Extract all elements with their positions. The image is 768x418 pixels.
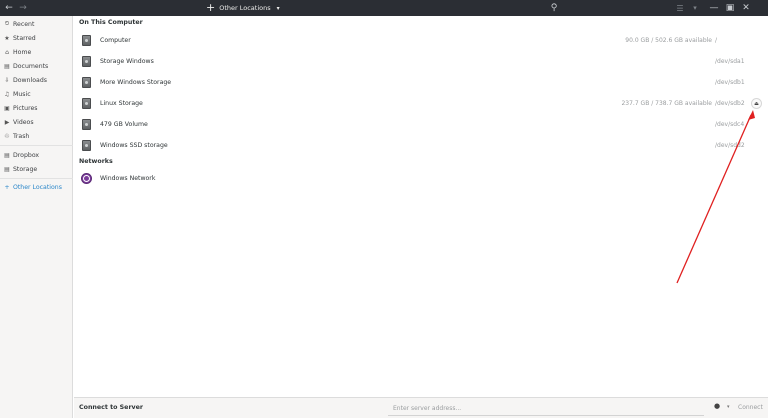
music-note-icon: ♫: [4, 90, 10, 98]
sidebar-item-downloads[interactable]: ⇩ Downloads: [0, 74, 73, 86]
drive-name: Storage Windows: [100, 58, 154, 65]
sidebar-item-label: Music: [13, 90, 31, 98]
drive-device: /: [715, 37, 718, 44]
view-options-chevron-icon[interactable]: ▾: [690, 0, 700, 16]
connect-button[interactable]: Connect: [738, 404, 763, 411]
drive-row-479-gb-volume[interactable]: 479 GB Volume /dev/sdc4: [74, 114, 768, 135]
sidebar-item-label: Documents: [13, 62, 49, 70]
trash-icon: ♲: [4, 132, 10, 140]
sidebar-item-other-locations[interactable]: + Other Locations: [0, 181, 73, 193]
plus-icon: +: [206, 1, 216, 14]
sidebar-item-starred[interactable]: ★ Starred: [0, 32, 73, 44]
eject-icon[interactable]: ⏏: [751, 98, 762, 109]
plus-icon: +: [4, 183, 10, 191]
drive-row-windows-ssd-storage[interactable]: Windows SSD storage /dev/sdd2: [74, 135, 768, 156]
locations-list: On This Computer Computer 90.0 GB / 502.…: [74, 16, 768, 397]
network-row-windows-network[interactable]: Windows Network: [74, 168, 768, 189]
forward-arrow-icon[interactable]: →: [17, 0, 29, 16]
drive-row-more-windows-storage[interactable]: More Windows Storage /dev/sdb1: [74, 72, 768, 93]
drive-device: /dev/sdd2: [715, 142, 745, 149]
clock-icon: ⏲: [4, 20, 10, 27]
hard-drive-icon: [82, 56, 91, 67]
drive-device: /dev/sdb2: [715, 100, 745, 107]
sidebar-item-label: Videos: [13, 118, 34, 126]
close-icon[interactable]: ✕: [741, 0, 751, 16]
sidebar-item-storage[interactable]: ▤ Storage: [0, 163, 73, 175]
section-title-on-this-computer: On This Computer: [79, 19, 143, 26]
sidebar-item-trash[interactable]: ♲ Trash: [0, 130, 73, 142]
drive-space: 90.0 GB / 502.6 GB available: [625, 37, 712, 44]
chevron-down-icon: ▾: [276, 4, 280, 12]
sidebar-item-documents[interactable]: ▤ Documents: [0, 60, 73, 72]
drive-name: Linux Storage: [100, 100, 143, 107]
drive-device: /dev/sda1: [715, 58, 745, 65]
drive-space: 237.7 GB / 738.7 GB available: [621, 100, 712, 107]
sidebar-item-label: Pictures: [13, 104, 38, 112]
drive-name: Computer: [100, 37, 131, 44]
sidebar-divider: [0, 178, 73, 179]
sidebar-divider: [0, 145, 73, 146]
drive-device: /dev/sdb1: [715, 79, 745, 86]
home-icon: ⌂: [5, 48, 9, 56]
location-title: Other Locations: [219, 4, 271, 12]
drive-device: /dev/sdc4: [715, 121, 745, 128]
sidebar-item-music[interactable]: ♫ Music: [0, 88, 73, 100]
header-bar: ← → + Other Locations ▾ ⚲ ☰ ▾ — ▣ ✕: [0, 0, 768, 16]
drive-name: 479 GB Volume: [100, 121, 148, 128]
drive-name: Windows SSD storage: [100, 142, 168, 149]
server-address-input[interactable]: [388, 401, 704, 416]
sidebar-item-dropbox[interactable]: ▤ Dropbox: [0, 149, 73, 161]
sidebar-item-label: Storage: [13, 165, 38, 173]
connect-to-server-label: Connect to Server: [79, 404, 144, 411]
hard-drive-icon: [82, 77, 91, 88]
video-icon: ▶: [4, 118, 10, 126]
minimize-icon[interactable]: —: [709, 0, 719, 16]
drive-row-storage-windows[interactable]: Storage Windows /dev/sda1: [74, 51, 768, 72]
search-icon[interactable]: ⚲: [548, 0, 560, 16]
hard-drive-icon: [82, 140, 91, 151]
sidebar-item-home[interactable]: ⌂ Home: [0, 46, 73, 58]
server-help-icon[interactable]: ●: [714, 402, 720, 410]
recent-servers-chevron-icon[interactable]: ▾: [727, 404, 730, 410]
download-icon: ⇩: [4, 76, 10, 84]
section-title-networks: Networks: [79, 158, 113, 165]
sidebar-item-pictures[interactable]: ▣ Pictures: [0, 102, 73, 114]
drive-name: More Windows Storage: [100, 79, 172, 86]
connect-to-server-bar: Connect to Server ● ▾ Connect: [74, 397, 768, 418]
drive-row-linux-storage[interactable]: Linux Storage 237.7 GB / 738.7 GB availa…: [74, 93, 768, 114]
sidebar-item-label: Trash: [13, 132, 30, 140]
document-icon: ▤: [4, 62, 10, 70]
sidebar: ⏲ Recent ★ Starred ⌂ Home ▤ Documents ⇩ …: [0, 16, 73, 418]
sidebar-item-label: Dropbox: [13, 151, 40, 159]
maximize-icon[interactable]: ▣: [725, 0, 735, 16]
sidebar-item-label: Recent: [13, 20, 35, 28]
network-name: Windows Network: [100, 175, 156, 182]
picture-icon: ▣: [4, 104, 10, 112]
sidebar-item-label: Home: [13, 48, 32, 56]
folder-icon: ▤: [4, 151, 10, 159]
sidebar-item-label: Other Locations: [13, 183, 62, 191]
drive-row-computer[interactable]: Computer 90.0 GB / 502.6 GB available /: [74, 30, 768, 51]
sidebar-item-videos[interactable]: ▶ Videos: [0, 116, 73, 128]
folder-icon: ▤: [4, 165, 10, 173]
hard-drive-icon: [82, 35, 91, 46]
location-path-button[interactable]: + Other Locations ▾: [206, 0, 280, 16]
star-icon: ★: [4, 34, 10, 42]
hard-drive-icon: [82, 119, 91, 130]
back-arrow-icon[interactable]: ←: [3, 0, 15, 16]
sidebar-item-label: Starred: [13, 34, 36, 42]
file-manager-window: ← → + Other Locations ▾ ⚲ ☰ ▾ — ▣ ✕ ⏲ Re…: [0, 0, 768, 418]
hard-drive-icon: [82, 98, 91, 109]
list-view-icon[interactable]: ☰: [675, 0, 685, 16]
sidebar-item-label: Downloads: [13, 76, 47, 84]
sidebar-item-recent[interactable]: ⏲ Recent: [0, 18, 73, 30]
network-icon: [81, 173, 92, 184]
